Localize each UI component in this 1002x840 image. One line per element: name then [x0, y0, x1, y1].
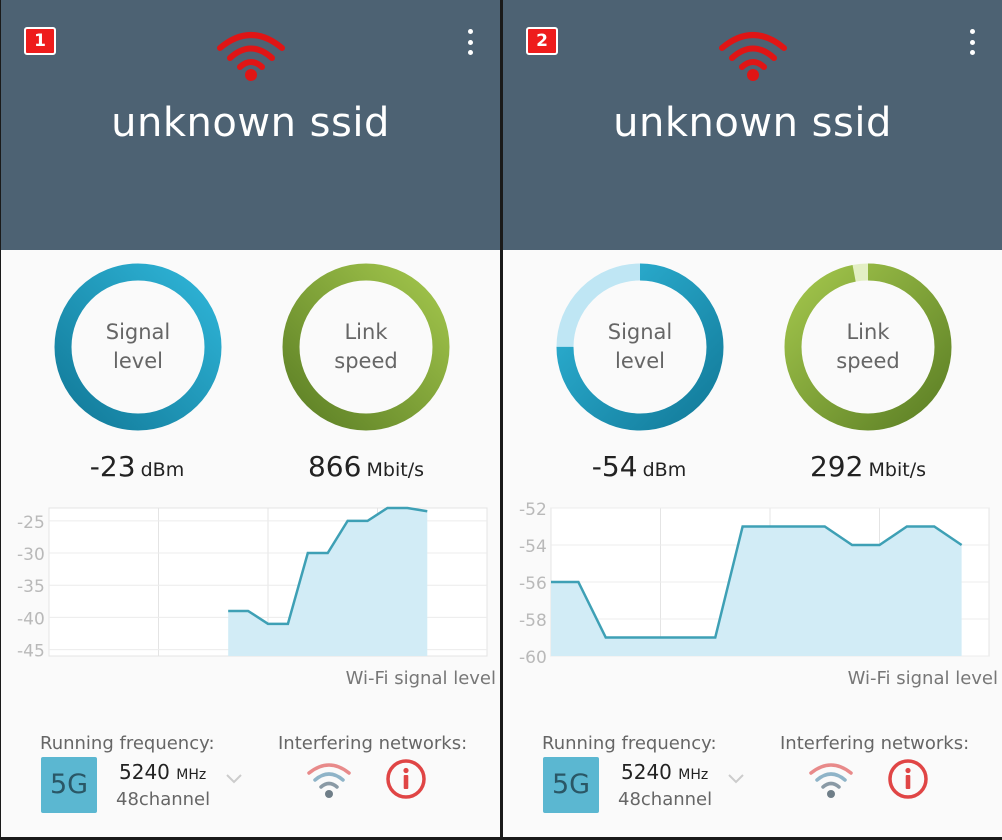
- y-tick-label: -35: [17, 577, 45, 597]
- link-gauge-label: Link speed: [783, 262, 953, 432]
- signal-reading: -54 dBm: [529, 450, 749, 483]
- interfering-networks-label: Interfering networks:: [780, 733, 970, 754]
- channel-value: 48channel: [116, 789, 211, 810]
- signal-chart: -52 -54 -56 -58 -60: [519, 500, 990, 663]
- app-comparison: 1 unknown ssid Signal level -23 dBm Link…: [0, 0, 1002, 840]
- y-tick-label: -40: [17, 609, 45, 629]
- ssid-title: unknown ssid: [613, 100, 892, 146]
- wifi-icon: [719, 32, 787, 81]
- wifi-icon: [217, 32, 285, 81]
- chart-title: Wi-Fi signal level: [345, 668, 496, 689]
- panel-badge: 1: [24, 27, 56, 55]
- chevron-down-icon[interactable]: [225, 773, 243, 785]
- signal-value: -23: [89, 450, 136, 483]
- chart-title: Wi-Fi signal level: [847, 668, 998, 689]
- frequency-unit: MHz: [678, 767, 709, 783]
- header: 2 unknown ssid: [503, 0, 1002, 250]
- signal-label-line2: level: [113, 349, 163, 373]
- link-label-line2: speed: [334, 349, 398, 373]
- band-badge: 5G: [543, 757, 599, 813]
- band-badge: 5G: [41, 757, 97, 813]
- channel-value: 48channel: [618, 789, 713, 810]
- y-tick-label: -30: [17, 545, 45, 565]
- signal-unit: dBm: [140, 459, 185, 481]
- panel-badge: 2: [526, 27, 558, 55]
- panel-1: 1 unknown ssid Signal level -23 dBm Link…: [1, 0, 500, 837]
- frequency-number: 5240: [621, 760, 672, 784]
- signal-label-line2: level: [615, 349, 665, 373]
- link-value: 866: [307, 450, 362, 483]
- signal-unit: dBm: [642, 459, 687, 481]
- y-tick-label: -45: [17, 642, 45, 662]
- link-value: 292: [809, 450, 864, 483]
- running-frequency-label: Running frequency:: [542, 733, 717, 754]
- y-tick-label: -54: [519, 537, 547, 557]
- link-label-line2: speed: [836, 349, 900, 373]
- signal-chart: -25 -30 -35 -40 -45: [17, 506, 488, 662]
- frequency-number: 5240: [119, 760, 170, 784]
- header: 1 unknown ssid: [1, 0, 500, 250]
- signal-level-gauge: Signal level: [555, 262, 725, 436]
- link-label-line1: Link: [846, 320, 890, 344]
- y-tick-label: -52: [519, 500, 547, 520]
- link-speed-gauge: Link speed: [783, 262, 953, 436]
- ssid-title: unknown ssid: [111, 100, 390, 146]
- signal-gauge-label: Signal level: [53, 262, 223, 432]
- info-icon[interactable]: [385, 758, 427, 800]
- link-reading: 866 Mbit/s: [256, 450, 476, 483]
- link-label-line1: Link: [344, 320, 388, 344]
- running-frequency-label: Running frequency:: [40, 733, 215, 754]
- link-reading: 292 Mbit/s: [758, 450, 978, 483]
- more-vert-icon[interactable]: [460, 27, 480, 57]
- wifi-interference-icon[interactable]: [808, 761, 854, 801]
- chevron-down-icon[interactable]: [727, 773, 745, 785]
- signal-label-line1: Signal: [607, 320, 673, 344]
- y-tick-label: -60: [519, 648, 547, 663]
- link-gauge-label: Link speed: [281, 262, 451, 432]
- signal-label-line1: Signal: [105, 320, 171, 344]
- more-vert-icon[interactable]: [962, 27, 982, 57]
- info-icon[interactable]: [887, 758, 929, 800]
- interfering-networks-label: Interfering networks:: [278, 733, 468, 754]
- link-unit: Mbit/s: [868, 459, 927, 481]
- frequency-value: 5240 MHz: [621, 760, 708, 784]
- panel-2: 2 unknown ssid Signal level -54 dBm Link…: [503, 0, 1002, 837]
- frequency-unit: MHz: [176, 767, 207, 783]
- signal-reading: -23 dBm: [27, 450, 247, 483]
- link-unit: Mbit/s: [366, 459, 425, 481]
- wifi-interference-icon[interactable]: [306, 761, 352, 801]
- signal-level-gauge: Signal level: [53, 262, 223, 436]
- y-tick-label: -25: [17, 513, 45, 533]
- signal-value: -54: [591, 450, 638, 483]
- link-speed-gauge: Link speed: [281, 262, 451, 436]
- frequency-value: 5240 MHz: [119, 760, 206, 784]
- signal-gauge-label: Signal level: [555, 262, 725, 432]
- y-tick-label: -58: [519, 611, 547, 631]
- y-tick-label: -56: [519, 574, 547, 594]
